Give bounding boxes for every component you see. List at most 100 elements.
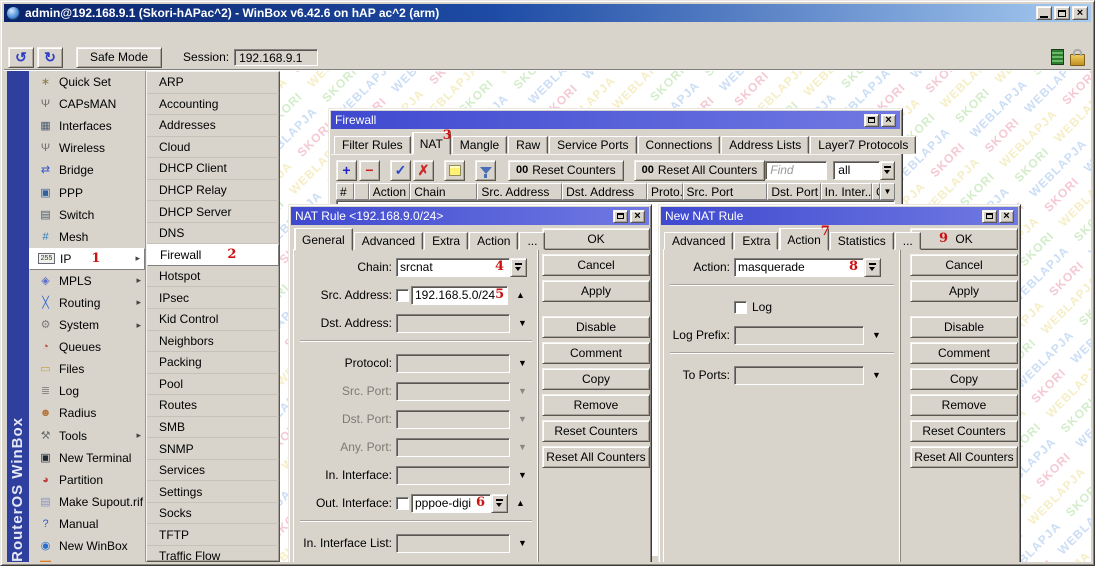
nat-rule-tab[interactable]: General — [294, 228, 353, 251]
src-address-up-button[interactable]: ▲ — [516, 291, 525, 300]
new-nat-rule-tab[interactable]: Action 7 — [779, 228, 828, 251]
column-header[interactable]: Src. Port — [683, 183, 768, 200]
firewall-tab[interactable]: Layer7 Protocols — [810, 136, 916, 154]
out-interface-dropdown-button[interactable] — [491, 494, 508, 513]
to-ports-dropdown-arrow[interactable]: ▼ — [872, 371, 881, 380]
sidebar-item[interactable]: ▣ PPP ▸ — [29, 181, 145, 203]
ip-submenu-item[interactable]: SMB — [147, 417, 279, 439]
dialog-button[interactable]: Reset All Counters — [542, 446, 650, 468]
firewall-toolbar-button[interactable] — [475, 160, 496, 181]
dialog-button[interactable]: Remove — [910, 394, 1018, 416]
out-interface-up-button[interactable]: ▲ — [516, 499, 525, 508]
sidebar-item[interactable]: ╳ Routing ▸ — [29, 292, 145, 314]
dialog-button[interactable]: Apply — [910, 280, 1018, 302]
in-interface-list-field[interactable] — [396, 534, 510, 553]
out-interface-checkbox[interactable] — [396, 497, 409, 510]
firewall-toolbar-button[interactable] — [444, 160, 465, 181]
dialog-button[interactable]: Reset All Counters — [910, 446, 1018, 468]
src-address-input[interactable]: 192.168.5.0/24 5 — [411, 286, 508, 305]
firewall-toolbar-button[interactable]: ✗ — [413, 160, 434, 181]
column-header[interactable]: In. Inter... — [821, 183, 872, 200]
column-selector-button[interactable]: ▼ — [880, 183, 895, 200]
nat-rule-maximize-button[interactable] — [613, 210, 628, 223]
ip-submenu-item[interactable]: Kid Control — [147, 309, 279, 331]
reset-all-counters-button[interactable]: 00 Reset All Counters — [634, 160, 766, 181]
column-header[interactable]: Chain — [410, 183, 477, 200]
sidebar-item[interactable]: ▣ New Terminal ▸ — [29, 447, 145, 469]
dialog-button[interactable]: Comment — [542, 342, 650, 364]
sidebar-item[interactable]: ▬ ▸ — [29, 557, 145, 562]
dialog-button[interactable]: Disable — [910, 316, 1018, 338]
in-interface-dropdown-arrow[interactable]: ▼ — [518, 471, 527, 480]
action-dropdown-button[interactable] — [864, 258, 881, 277]
ip-submenu-item[interactable]: Services — [147, 460, 279, 482]
log-checkbox[interactable] — [734, 301, 747, 314]
sidebar-item[interactable]: Ψ Wireless ▸ — [29, 137, 145, 159]
sidebar-item[interactable]: ◉ New WinBox ▸ — [29, 535, 145, 557]
dialog-button[interactable]: Remove — [542, 394, 650, 416]
ip-submenu-item[interactable]: Traffic Flow — [147, 546, 279, 562]
sidebar-item[interactable]: ◔ Queues ▸ — [29, 336, 145, 358]
sidebar-item[interactable]: ⚒ Tools ▸ — [29, 425, 145, 447]
ip-submenu-item[interactable]: Cloud — [147, 137, 279, 159]
sidebar-item[interactable]: ∗ Quick Set ▸ — [29, 71, 145, 93]
firewall-titlebar[interactable]: Firewall × — [331, 111, 900, 129]
nat-rule-tab[interactable]: Extra — [424, 232, 468, 250]
sidebar-item[interactable]: ? Manual ▸ — [29, 513, 145, 535]
dialog-button[interactable]: Apply — [542, 280, 650, 302]
firewall-close-button[interactable]: × — [881, 114, 896, 127]
sidebar-item[interactable]: ▤ Make Supout.rif ▸ — [29, 491, 145, 513]
column-header[interactable]: Dst. Port — [767, 183, 820, 200]
sidebar-item[interactable]: ▭ Files ▸ — [29, 358, 145, 380]
close-button[interactable]: × — [1072, 6, 1088, 20]
firewall-toolbar-button[interactable]: + — [336, 160, 357, 181]
log-prefix-field[interactable] — [734, 326, 864, 345]
dialog-button[interactable]: Comment — [910, 342, 1018, 364]
nat-rule-tab[interactable]: ... — [519, 232, 545, 250]
log-prefix-dropdown-arrow[interactable]: ▼ — [872, 331, 881, 340]
column-header[interactable]: Proto... — [647, 183, 683, 200]
firewall-tab[interactable]: Mangle — [452, 136, 507, 154]
nat-filter-dropdown-button[interactable] — [880, 161, 895, 180]
nat-rule-close-button[interactable]: × — [630, 210, 645, 223]
ip-submenu-item[interactable]: Neighbors — [147, 331, 279, 353]
dialog-button[interactable]: Cancel — [910, 254, 1018, 276]
action-field[interactable]: masquerade 8 — [734, 258, 864, 277]
ip-submenu-item[interactable]: IPsec — [147, 287, 279, 309]
firewall-tab[interactable]: Raw — [508, 136, 548, 154]
ip-submenu-item[interactable]: DNS — [147, 223, 279, 245]
dialog-button[interactable]: Reset Counters — [542, 420, 650, 442]
sidebar-item[interactable]: ▤ Switch ▸ — [29, 204, 145, 226]
sidebar-item[interactable]: 255 IP 1 ▸ — [29, 248, 145, 270]
sidebar-item[interactable]: # Mesh ▸ — [29, 226, 145, 248]
new-nat-rule-titlebar[interactable]: New NAT Rule × — [661, 207, 1018, 225]
dialog-button[interactable]: Copy — [542, 368, 650, 390]
firewall-toolbar-button[interactable]: ✓ — [390, 160, 411, 181]
nat-filter-select[interactable]: all — [833, 161, 880, 180]
new-nat-rule-tab[interactable]: Advanced — [664, 232, 733, 250]
to-ports-field[interactable] — [734, 366, 864, 385]
in-interface-list-dropdown-arrow[interactable]: ▼ — [518, 539, 527, 548]
new-nat-rule-tab[interactable]: Statistics — [830, 232, 894, 250]
undo-button[interactable]: ↺ — [8, 47, 34, 68]
ip-submenu-item[interactable]: Accounting — [147, 94, 279, 116]
ip-submenu-item[interactable]: SNMP — [147, 438, 279, 460]
column-header[interactable]: Action — [369, 183, 410, 200]
firewall-maximize-button[interactable] — [864, 114, 879, 127]
protocol-field[interactable] — [396, 354, 510, 373]
column-header[interactable]: Dst. Address — [562, 183, 647, 200]
new-nat-rule-maximize-button[interactable] — [982, 210, 997, 223]
session-value-box[interactable]: 192.168.9.1 — [234, 49, 318, 66]
dialog-button[interactable]: 9 OK — [910, 228, 1018, 250]
src-address-checkbox[interactable] — [396, 289, 409, 302]
out-interface-list-field[interactable] — [396, 562, 510, 563]
ip-submenu-item[interactable]: Routes — [147, 395, 279, 417]
chain-field[interactable]: srcnat 4 — [396, 258, 510, 277]
column-header[interactable] — [354, 183, 369, 200]
ip-submenu-item[interactable]: DHCP Client — [147, 158, 279, 180]
ip-submenu-item[interactable]: Packing — [147, 352, 279, 374]
nat-rule-titlebar[interactable]: NAT Rule <192.168.9.0/24> × — [291, 207, 649, 225]
sidebar-item[interactable]: ☻ Radius ▸ — [29, 402, 145, 424]
chain-dropdown-button[interactable] — [510, 258, 527, 277]
firewall-tab[interactable]: Address Lists — [721, 136, 809, 154]
